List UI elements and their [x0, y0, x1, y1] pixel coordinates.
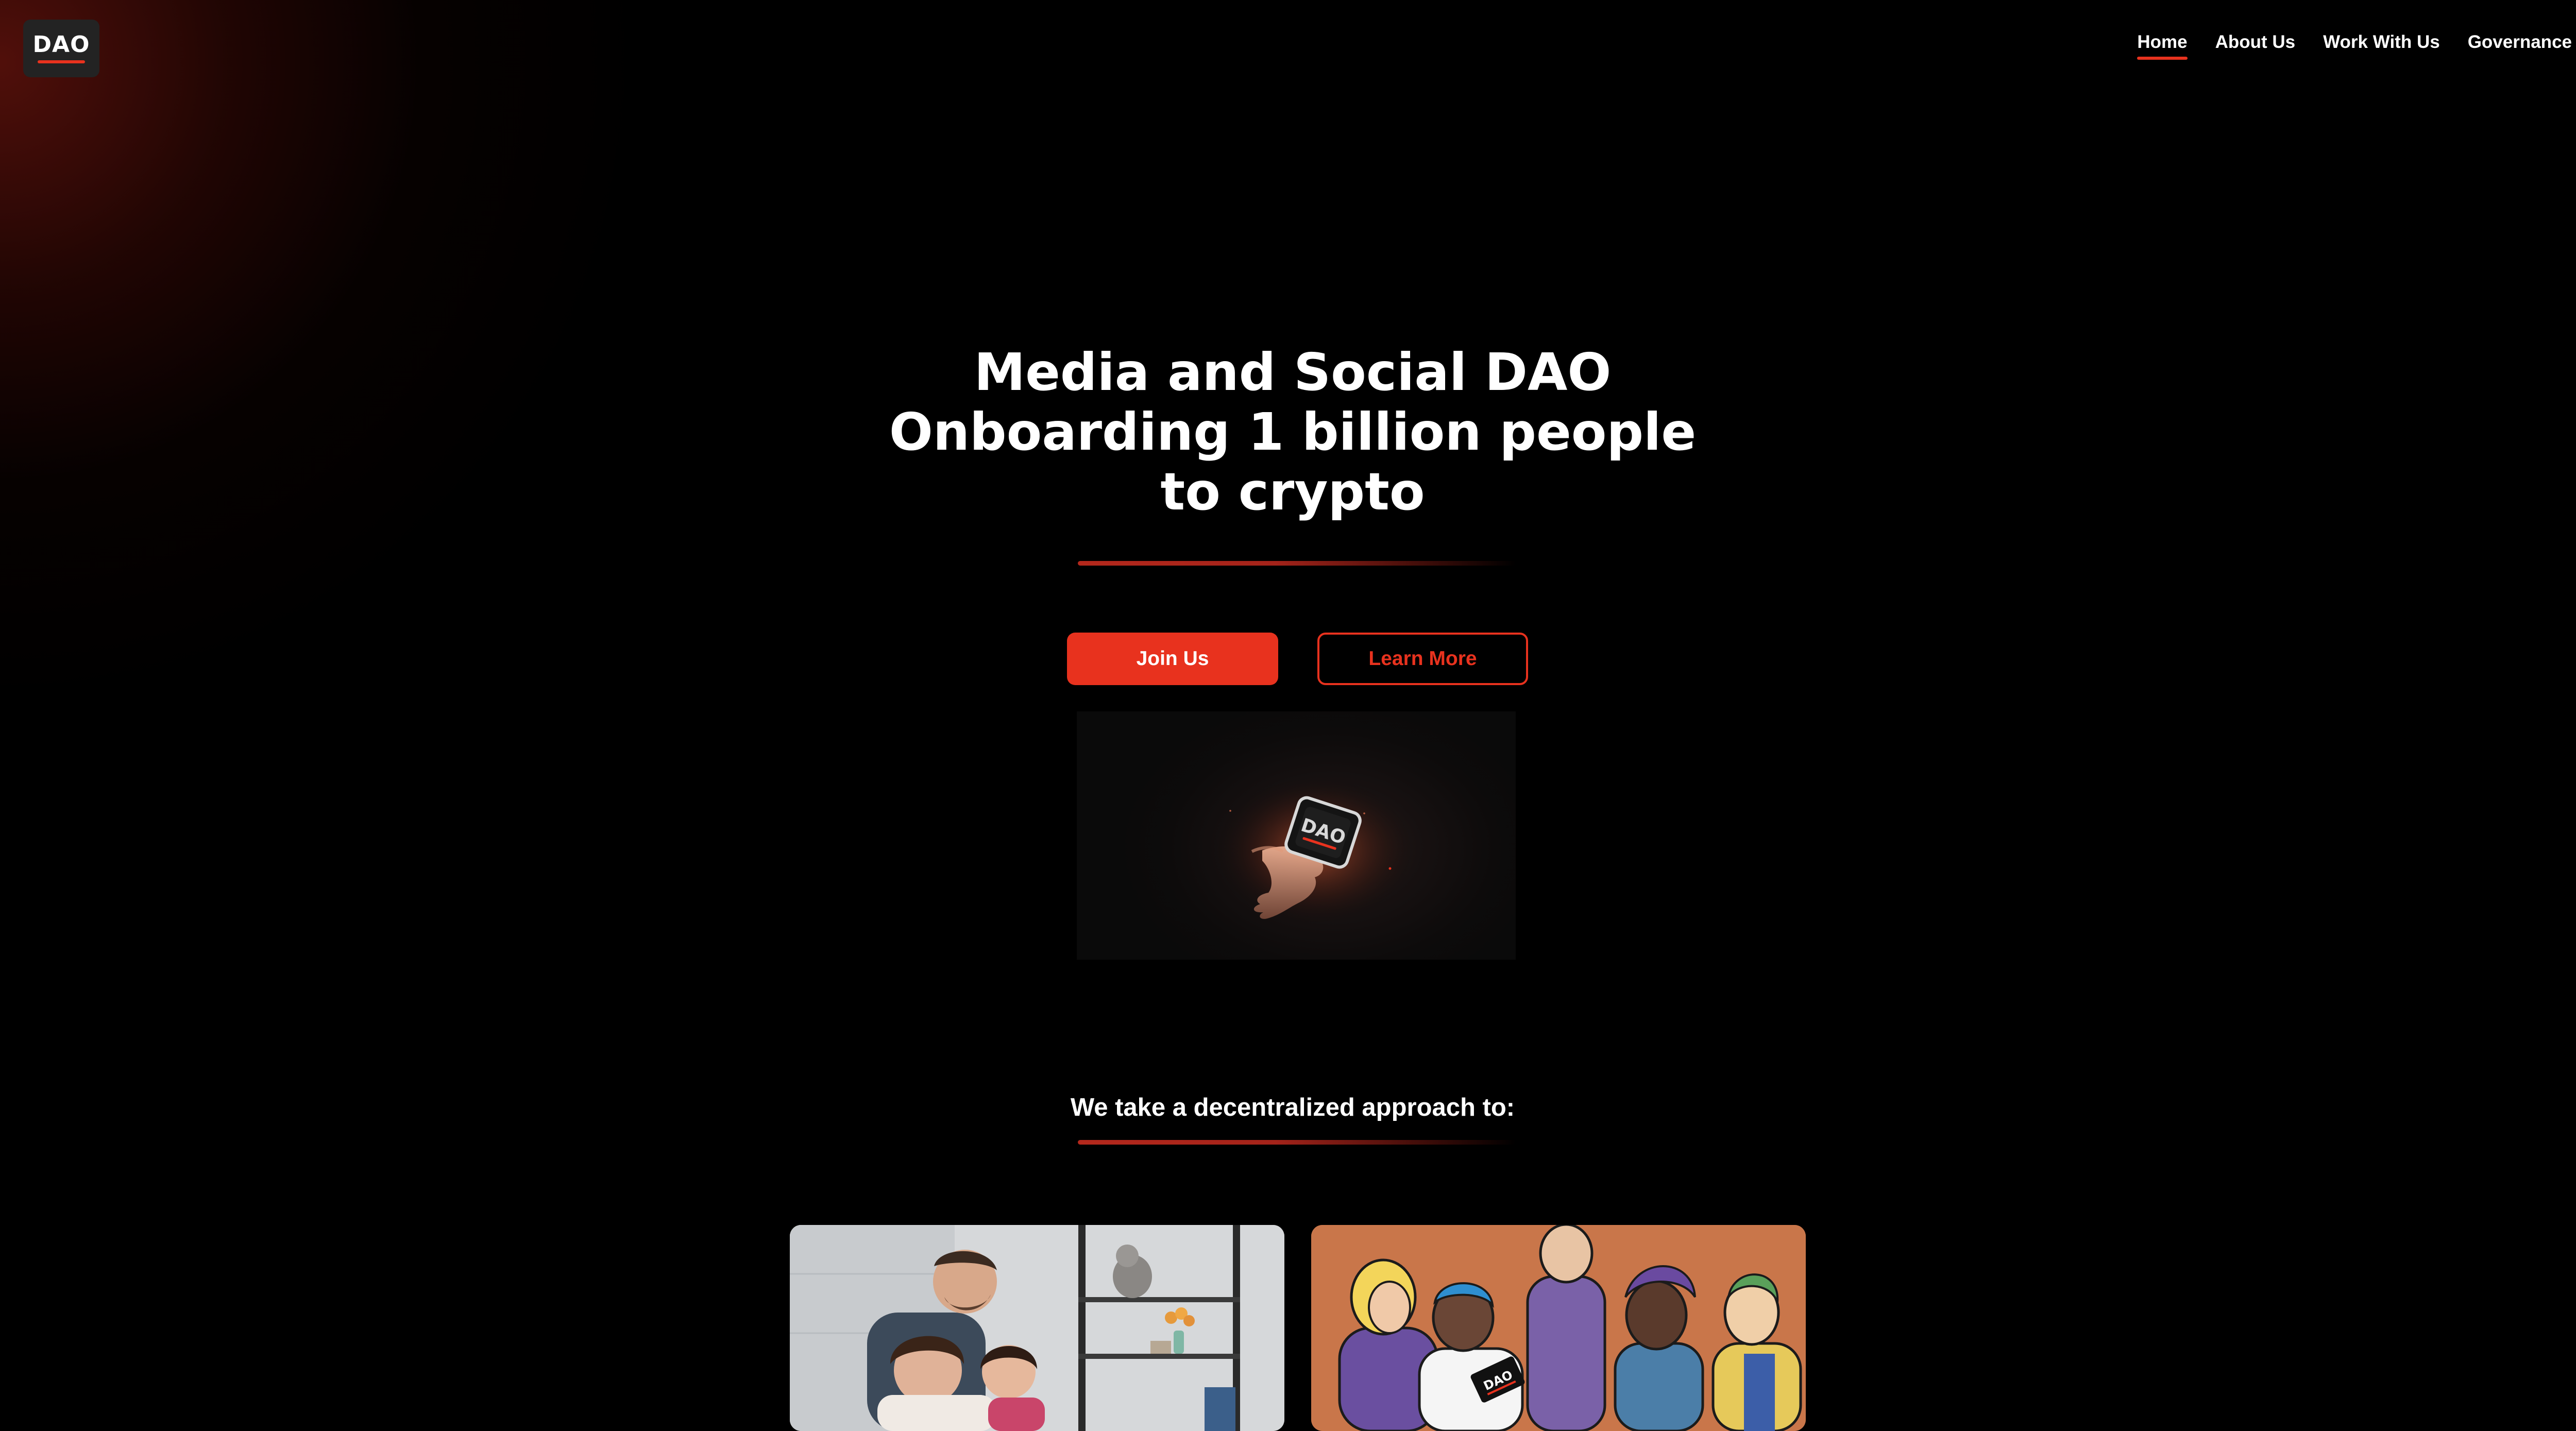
- nav-item-governance[interactable]: Governance: [2468, 32, 2572, 60]
- hero-title-line-1: Media and Social DAO: [974, 342, 1612, 402]
- approach-heading: We take a decentralized approach to:: [1070, 1094, 1515, 1121]
- family-photo-icon: [790, 1225, 1284, 1431]
- nav-item-home[interactable]: Home: [2137, 32, 2188, 60]
- illustrated-community-icon: DAO: [1311, 1225, 1806, 1431]
- main-nav: Home About Us Work With Us Governance: [2137, 32, 2572, 60]
- nav-item-about-us[interactable]: About Us: [2215, 32, 2296, 60]
- hero-title: Media and Social DAO Onboarding 1 billio…: [0, 343, 2576, 522]
- learn-more-button[interactable]: Learn More: [1317, 633, 1528, 685]
- hero-media[interactable]: DAO: [1077, 711, 1516, 960]
- hand-holding-dao-card-icon: DAO: [1211, 773, 1417, 928]
- approach-card-community[interactable]: DAO: [1311, 1225, 1806, 1431]
- hero-title-line-3: to crypto: [1160, 462, 1425, 522]
- approach-card-family[interactable]: [790, 1225, 1284, 1431]
- nav-item-work-with-us[interactable]: Work With Us: [2323, 32, 2440, 60]
- hero-divider: [1078, 561, 1516, 566]
- logo[interactable]: DAO: [23, 20, 99, 77]
- logo-underline: [38, 60, 85, 63]
- logo-text: DAO: [32, 31, 90, 58]
- join-us-button[interactable]: Join Us: [1067, 633, 1278, 685]
- hero-title-line-2: Onboarding 1 billion people: [889, 402, 1697, 462]
- approach-divider: [1078, 1140, 1516, 1145]
